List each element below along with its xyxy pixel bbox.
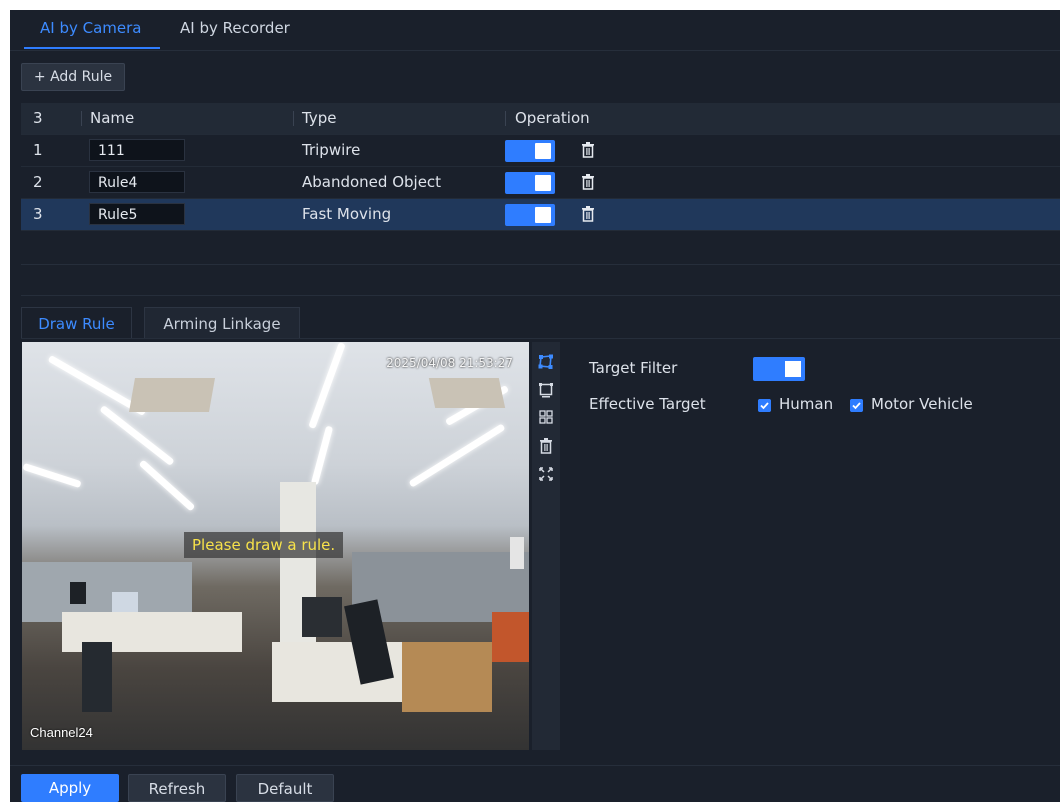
toggle-knob [535, 175, 551, 191]
rule-type: Abandoned Object [302, 173, 442, 191]
rule-name-input[interactable]: 111 [89, 139, 185, 161]
header-separator [293, 111, 294, 126]
rule-enable-toggle[interactable] [505, 172, 555, 194]
video-timestamp: 2025/04/08 21:53:27 [386, 356, 513, 370]
human-checkbox[interactable] [758, 399, 771, 412]
table-row[interactable]: 1 111 Tripwire [21, 135, 1060, 167]
header-count: 3 [33, 109, 43, 127]
rule-type: Fast Moving [302, 205, 392, 223]
divider [21, 338, 1060, 339]
tab-ai-by-recorder[interactable]: AI by Recorder [180, 19, 290, 37]
add-rule-button[interactable]: + Add Rule [21, 63, 125, 91]
delete-icon[interactable] [581, 206, 595, 222]
active-tab-indicator [24, 47, 160, 49]
rule-enable-toggle[interactable] [505, 140, 555, 162]
delete-icon[interactable] [581, 174, 595, 190]
cardboard-box [402, 642, 492, 712]
draw-area-icon[interactable] [538, 354, 554, 370]
draw-rule-prompt: Please draw a rule. [184, 532, 344, 558]
ceiling-light [408, 423, 506, 488]
ceiling-ac-unit [428, 378, 506, 408]
header-name: Name [90, 109, 135, 127]
default-button[interactable]: Default [236, 774, 334, 802]
ceiling-light [22, 462, 82, 489]
rule-enable-toggle[interactable] [505, 204, 555, 226]
delete-icon[interactable] [538, 438, 554, 454]
motor-vehicle-label: Motor Vehicle [871, 395, 973, 413]
row-index: 2 [33, 173, 43, 191]
monitor [510, 537, 524, 569]
top-tab-bar: AI by Camera AI by Recorder [10, 10, 1060, 51]
toggle-knob [535, 143, 551, 159]
toggle-knob [785, 361, 801, 377]
header-separator [505, 111, 506, 126]
effective-target-label: Effective Target [589, 395, 706, 413]
apply-button[interactable]: Apply [21, 774, 119, 802]
target-filter-toggle[interactable] [753, 357, 805, 381]
divider [10, 765, 1060, 766]
monitor [70, 582, 86, 604]
motor-vehicle-checkbox[interactable] [850, 399, 863, 412]
target-filter-label: Target Filter [589, 359, 678, 377]
row-index: 1 [33, 141, 43, 159]
delete-icon[interactable] [581, 142, 595, 158]
divider [21, 295, 1060, 296]
table-row[interactable]: 3 Rule5 Fast Moving [21, 199, 1060, 231]
row-index: 3 [33, 205, 43, 223]
office-chair [82, 642, 112, 712]
rule-name-input[interactable]: Rule4 [89, 171, 185, 193]
header-operation: Operation [515, 109, 590, 127]
camera-live-view[interactable]: 2025/04/08 21:53:27 Please draw a rule. … [22, 342, 529, 750]
fullscreen-icon[interactable] [538, 466, 554, 482]
refresh-button[interactable]: Refresh [128, 774, 226, 802]
tab-arming-linkage[interactable]: Arming Linkage [144, 307, 300, 339]
divider [21, 264, 1060, 265]
human-label: Human [779, 395, 834, 413]
office-chair [302, 597, 342, 637]
ai-rule-config-panel: AI by Camera AI by Recorder + Add Rule 3… [10, 10, 1060, 802]
header-type: Type [302, 109, 337, 127]
tab-draw-rule[interactable]: Draw Rule [21, 307, 132, 339]
draw-rectangle-icon[interactable] [538, 382, 554, 398]
table-row[interactable]: 2 Rule4 Abandoned Object [21, 167, 1060, 199]
toggle-knob [535, 207, 551, 223]
draw-target-size-icon[interactable] [538, 410, 554, 426]
ceiling-light [99, 405, 175, 466]
rule-name-input[interactable]: Rule5 [89, 203, 185, 225]
ceiling-light [310, 425, 334, 486]
rule-type: Tripwire [302, 141, 361, 159]
table-header: 3 Name Type Operation [21, 103, 1060, 135]
ceiling-light [138, 459, 196, 512]
tab-ai-by-camera[interactable]: AI by Camera [40, 19, 141, 37]
channel-label: Channel24 [30, 725, 93, 740]
draw-toolbar [532, 342, 560, 750]
ceiling-light [308, 342, 346, 429]
monitor [112, 592, 138, 612]
header-separator [81, 111, 82, 126]
ceiling-ac-unit [129, 378, 215, 412]
storage-bin [492, 612, 529, 662]
